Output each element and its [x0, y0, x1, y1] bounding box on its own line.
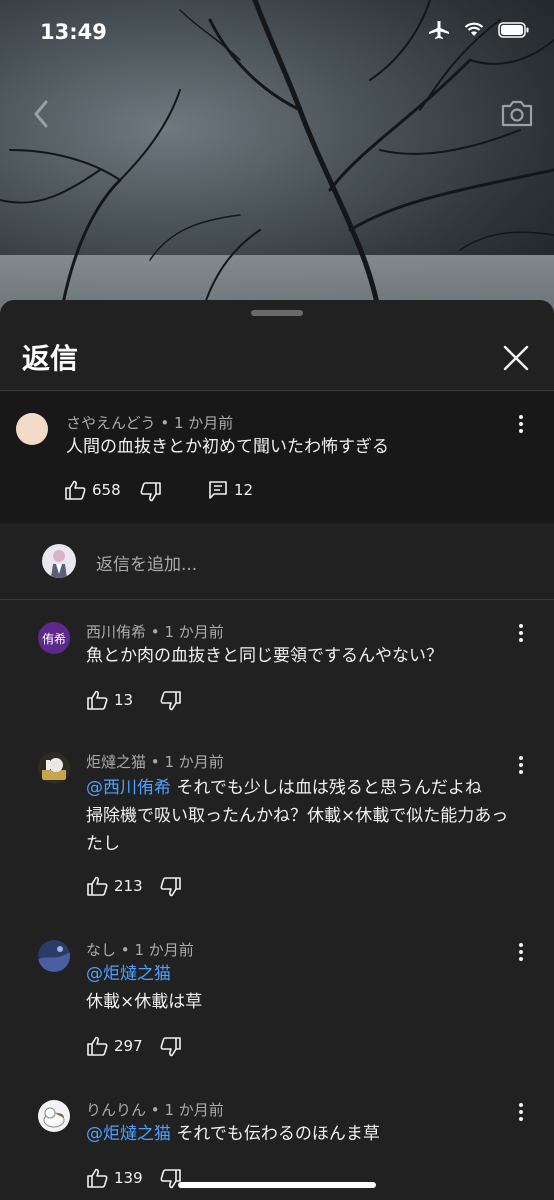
comment-text-line: @炬燵之猫 それでも伝わるのほんま草 — [86, 1120, 380, 1148]
comment-age: 1 か月前 — [134, 941, 194, 959]
meta-separator: • — [120, 941, 130, 959]
input-divider — [0, 599, 554, 600]
status-time: 13:49 — [40, 20, 107, 44]
comment-text-line: @西川侑希 それでも少しは血は残ると思うんだよね — [86, 774, 482, 802]
reply-count: 12 — [234, 481, 254, 499]
more-options-icon[interactable] — [518, 942, 524, 962]
comment-text: 掃除機で吸い取ったんかね？休載×休載で似た能力あっ — [86, 806, 509, 826]
avatar-image — [38, 946, 70, 972]
comment-text: それでも少しは血は残ると思うんだよね — [176, 778, 482, 798]
airplane-mode-icon — [429, 21, 449, 39]
thumbs-up-icon — [87, 690, 108, 710]
like-button[interactable]: 213 — [86, 876, 143, 896]
add-reply-row[interactable]: 返信を追加... — [0, 523, 554, 599]
comment-meta: さやえんどう • 1 か月前 — [66, 412, 233, 433]
more-options-icon[interactable] — [518, 1102, 524, 1122]
thumbs-up-icon — [65, 480, 86, 500]
avatar[interactable]: 侑希 — [38, 622, 70, 654]
wifi-icon — [464, 22, 484, 36]
user-avatar — [42, 544, 76, 578]
author-name[interactable]: さやえんどう — [66, 414, 156, 432]
comment-text: たし — [86, 834, 120, 854]
meta-separator: • — [150, 753, 160, 771]
thumbs-down-icon[interactable] — [160, 1037, 182, 1057]
meta-separator: • — [160, 414, 170, 432]
like-button[interactable]: 139 — [86, 1168, 143, 1188]
reply-input[interactable]: 返信を追加... — [96, 550, 197, 575]
avatar[interactable] — [38, 752, 70, 784]
like-button[interactable]: 13 — [86, 690, 133, 710]
user-avatar-image — [51, 550, 67, 578]
avatar[interactable] — [16, 413, 48, 445]
status-bar: 13:49 — [0, 0, 554, 66]
avatar-image — [43, 1107, 65, 1128]
sheet-title: 返信 — [22, 342, 79, 375]
comment-age: 1 か月前 — [173, 414, 234, 432]
like-count: 139 — [114, 1169, 143, 1187]
close-icon[interactable] — [500, 342, 532, 374]
battery-icon — [498, 22, 529, 38]
more-options-icon[interactable] — [518, 755, 524, 775]
author-name[interactable]: りんりん — [86, 1101, 146, 1119]
author-name[interactable]: 炬燵之猫 — [86, 753, 146, 771]
mention-link[interactable]: @炬燵之猫 — [86, 964, 171, 984]
status-icons — [428, 20, 530, 40]
like-count: 658 — [92, 481, 121, 499]
replies-sheet: 返信 さやえんどう • 1 か月前 人間の血抜きとか初めて聞いたわ怖すぎる 65… — [0, 300, 554, 1200]
author-name[interactable]: なし — [86, 941, 116, 959]
thumbs-down-icon[interactable] — [160, 877, 182, 897]
camera-icon[interactable] — [500, 98, 534, 128]
avatar[interactable] — [38, 940, 70, 972]
home-indicator[interactable] — [178, 1182, 376, 1188]
meta-separator: • — [150, 623, 160, 641]
more-options-icon[interactable] — [518, 623, 524, 643]
author-name[interactable]: 西川侑希 — [86, 623, 146, 641]
comment-age: 1 か月前 — [164, 1101, 224, 1119]
replies-button[interactable]: 12 — [208, 480, 253, 500]
avatar[interactable] — [38, 1100, 70, 1132]
comment-text: 休載×休載は草 — [86, 992, 203, 1012]
like-count: 213 — [114, 877, 143, 895]
avatar-image — [42, 758, 66, 780]
comment-icon — [209, 481, 227, 499]
comment-meta: 炬燵之猫 • 1 か月前 — [86, 751, 224, 772]
like-button[interactable]: 658 — [64, 480, 121, 500]
comment-text: 魚とか肉の血抜きと同じ要領でするんやない？ — [86, 646, 443, 666]
comment-text: 人間の血抜きとか初めて聞いたわ怖すぎる — [66, 437, 389, 457]
comment-age: 1 か月前 — [164, 623, 224, 641]
drag-handle[interactable] — [251, 310, 303, 316]
parent-comment: さやえんどう • 1 か月前 人間の血抜きとか初めて聞いたわ怖すぎる 658 1… — [0, 391, 554, 523]
thumbs-up-icon — [87, 876, 108, 896]
mention-link[interactable]: @炬燵之猫 — [86, 1124, 171, 1144]
back-chevron-icon[interactable] — [28, 96, 58, 132]
comment-age: 1 か月前 — [164, 753, 224, 771]
comment-meta: なし • 1 か月前 — [86, 939, 194, 960]
thumbs-up-icon — [87, 1036, 108, 1056]
comment-text: それでも伝わるのほんま草 — [176, 1124, 380, 1144]
comment-meta: りんりん • 1 か月前 — [86, 1099, 224, 1120]
like-count: 13 — [114, 691, 134, 709]
more-options-icon[interactable] — [518, 414, 524, 434]
comment-meta: 西川侑希 • 1 か月前 — [86, 621, 224, 642]
like-count: 297 — [114, 1037, 143, 1055]
comment-text-line: @炬燵之猫 — [86, 960, 171, 988]
thumbs-down-icon[interactable] — [160, 691, 182, 711]
like-button[interactable]: 297 — [86, 1036, 143, 1056]
thumbs-down-icon[interactable] — [140, 482, 162, 502]
thumbs-up-icon — [87, 1168, 108, 1188]
meta-separator: • — [150, 1101, 160, 1119]
mention-link[interactable]: @西川侑希 — [86, 778, 171, 798]
